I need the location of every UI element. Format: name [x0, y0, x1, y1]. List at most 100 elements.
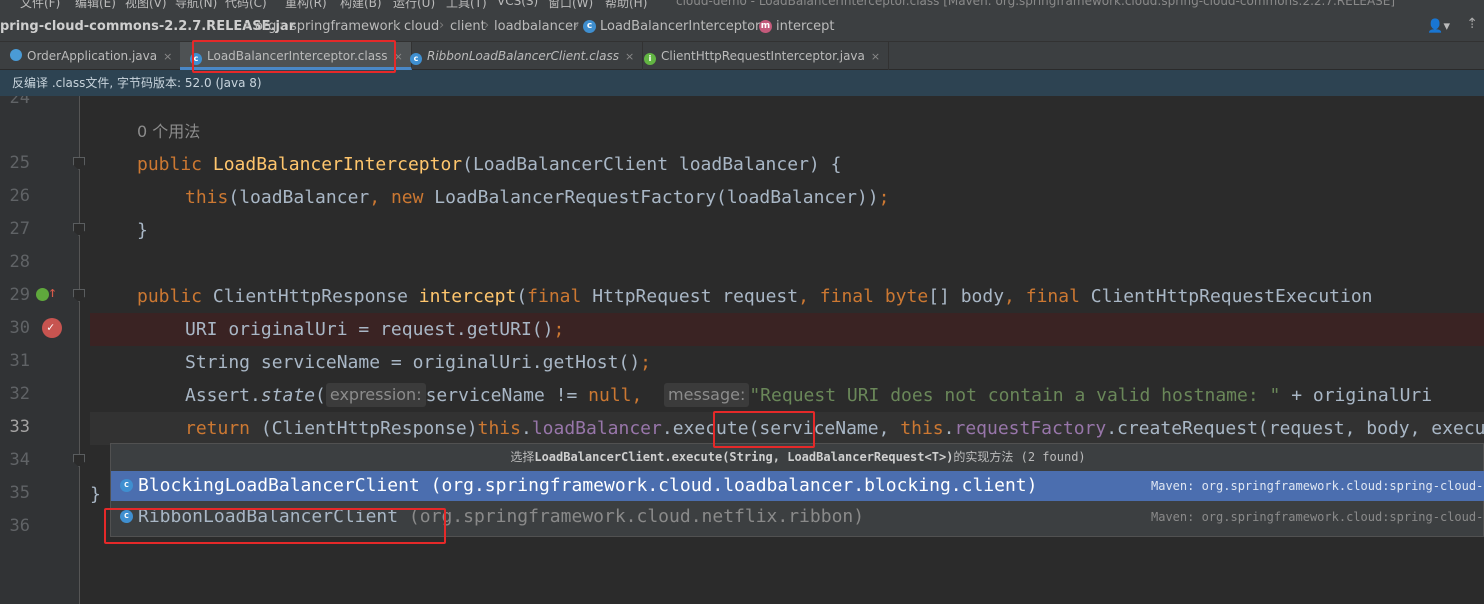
static-method: state — [260, 385, 316, 406]
keyword: this — [900, 418, 944, 439]
code-text: (loadBalancer — [228, 187, 370, 208]
code-text: .createRequest(request, body, execution)… — [1106, 418, 1484, 439]
code-text: . — [520, 418, 532, 439]
menu-window[interactable]: 窗口(W) — [548, 0, 593, 10]
go-to-super-method-icon[interactable]: ↑ — [48, 283, 57, 301]
class-icon: c — [583, 20, 596, 33]
method-icon: m — [759, 20, 772, 33]
line-gutter[interactable]: 24 25 26 27 28 29 30 31 32 33 34 35 36 ↑… — [0, 96, 85, 604]
breadcrumb-client[interactable]: client — [450, 19, 486, 34]
code-line: this(loadBalancer, new LoadBalancerReque… — [90, 181, 1484, 214]
menu-edit[interactable]: 编辑(E) — [75, 0, 116, 10]
line-number: 35 — [9, 483, 30, 503]
breadcrumb-loadbalancer[interactable]: loadbalancer — [494, 19, 578, 34]
breakpoint-check-icon: ✓ — [47, 320, 55, 334]
menu-run[interactable]: 运行(U) — [393, 0, 435, 10]
implementation-package: (org.springframework.cloud.netflix.ribbo… — [398, 506, 865, 527]
menu-view[interactable]: 视图(V) — [125, 0, 167, 10]
menu-navigate[interactable]: 导航(N) — [175, 0, 217, 10]
fold-icon[interactable] — [73, 157, 85, 170]
code-line: 0 个用法 — [90, 115, 1484, 148]
menu-bar: 文件(F) 编辑(E) 视图(V) 导航(N) 代码(C) 重构(R) 构建(B… — [0, 0, 1484, 10]
code-text: LoadBalancerRequestFactory(loadBalancer)… — [423, 187, 879, 208]
close-icon[interactable]: × — [871, 50, 880, 63]
tab-loadbalancer-interceptor[interactable]: c LoadBalancerInterceptor.class × — [180, 42, 412, 70]
code-line: } — [90, 214, 1484, 247]
menu-vcs[interactable]: VCS(S) — [497, 0, 538, 8]
implementation-source: Maven: org.springframework.cloud:spring-… — [1151, 510, 1484, 524]
user-icon[interactable]: 👤▾ — [1427, 19, 1450, 34]
line-number: 34 — [9, 450, 30, 470]
code-text: + originalUri — [1280, 385, 1433, 406]
breadcrumb-separator: › — [439, 18, 445, 33]
line-number: 36 — [9, 516, 30, 536]
breadcrumb-springframework[interactable]: springframework — [290, 19, 400, 34]
breadcrumb-cloud[interactable]: cloud — [404, 19, 439, 34]
breadcrumb-separator: › — [244, 18, 250, 33]
string-literal: "Request URI does not contain a valid ho… — [749, 385, 1281, 406]
keyword: final — [1025, 286, 1080, 307]
menu-refactor[interactable]: 重构(R) — [285, 0, 327, 10]
punctuation: , — [369, 187, 381, 208]
menu-tools[interactable]: 工具(T) — [446, 0, 487, 10]
fold-icon[interactable] — [73, 454, 85, 467]
code-text: (LoadBalancerClient loadBalancer) { — [462, 154, 842, 175]
breadcrumb-org[interactable]: org — [255, 19, 276, 34]
line-number: 27 — [9, 219, 30, 239]
code-text: String serviceName = originalUri.getHost… — [185, 352, 641, 373]
punctuation: , — [1004, 286, 1015, 307]
fold-icon[interactable] — [73, 289, 85, 302]
implementation-item-ribbon[interactable]: c RibbonLoadBalancerClient (org.springfr… — [111, 502, 1484, 532]
breadcrumb-separator: › — [393, 18, 399, 33]
code-text: [] body — [928, 286, 1005, 307]
breadcrumb-method[interactable]: intercept — [776, 19, 835, 34]
menu-build[interactable]: 构建(B) — [340, 0, 382, 10]
spring-boot-app-icon — [10, 49, 22, 61]
keyword: this — [185, 187, 229, 208]
close-icon[interactable]: × — [163, 50, 172, 63]
breadcrumb-separator: › — [484, 18, 490, 33]
editor-tabs: OrderApplication.java × c LoadBalancerInte… — [0, 42, 1484, 70]
breadcrumb-separator: › — [574, 18, 580, 33]
param-hint-message: message: — [664, 383, 750, 407]
menu-file[interactable]: 文件(F) — [20, 0, 60, 10]
tab-order-application[interactable]: OrderApplication.java × — [0, 42, 182, 70]
menu-help[interactable]: 帮助(H) — [605, 0, 647, 10]
code-text: ClientHttpRequestExecution — [1079, 286, 1373, 307]
keyword: final — [527, 286, 582, 307]
class-icon: c — [120, 510, 133, 523]
breadcrumb: pring-cloud-commons-2.2.7.RELEASE.jar › … — [0, 10, 1484, 42]
constructor-name: LoadBalancerInterceptor — [212, 154, 463, 175]
line-number: 32 — [9, 384, 30, 404]
breadcrumb-jar[interactable]: pring-cloud-commons-2.2.7.RELEASE.jar — [0, 19, 295, 34]
method-call-execute[interactable]: execute — [673, 418, 749, 439]
line-number: 33 — [9, 417, 30, 437]
menu-code[interactable]: 代码(C) — [225, 0, 267, 10]
line-number: 30 — [9, 318, 30, 338]
close-icon[interactable]: × — [625, 50, 634, 63]
line-number: 24 — [9, 96, 30, 108]
implementation-item-blocking[interactable]: c BlockingLoadBalancerClient (org.spring… — [111, 471, 1484, 501]
code-text: Assert. — [185, 385, 261, 406]
decompiled-info-bar: 反编译 .class文件, 字节码版本: 52.0 (Java 8) — [0, 70, 1484, 96]
line-number: 25 — [9, 153, 30, 173]
tab-client-http-request-interceptor[interactable]: i ClientHttpRequestInterceptor.java × — [634, 42, 890, 70]
code-line: Assert.state(expression: serviceName != n… — [90, 379, 1484, 412]
implementation-source: Maven: org.springframework.cloud:spring-… — [1151, 479, 1484, 493]
keyword: public — [137, 286, 203, 307]
code-line-current: return (ClientHttpResponse)this.loadBala… — [90, 412, 1484, 445]
scroll-up-icon[interactable]: ⇡ — [1466, 16, 1478, 32]
punctuation: ; — [878, 187, 890, 208]
tab-ribbon-loadbalancer-client[interactable]: c RibbonLoadBalancerClient.class × — [400, 42, 644, 70]
code-text: } — [90, 484, 101, 505]
line-number: 26 — [9, 186, 30, 206]
keyword: return — [185, 418, 251, 439]
code-text: ( — [516, 286, 528, 307]
fold-icon[interactable] — [73, 223, 85, 236]
code-editor[interactable]: 24 25 26 27 28 29 30 31 32 33 34 35 36 ↑… — [0, 96, 1484, 604]
class-icon: c — [120, 479, 133, 492]
field-reference: loadBalancer — [531, 418, 662, 439]
code-line: public ClientHttpResponse intercept(fina… — [90, 280, 1484, 313]
usages-hint[interactable]: 0 个用法 — [137, 115, 200, 148]
breadcrumb-class[interactable]: LoadBalancerInterceptor — [600, 19, 760, 34]
